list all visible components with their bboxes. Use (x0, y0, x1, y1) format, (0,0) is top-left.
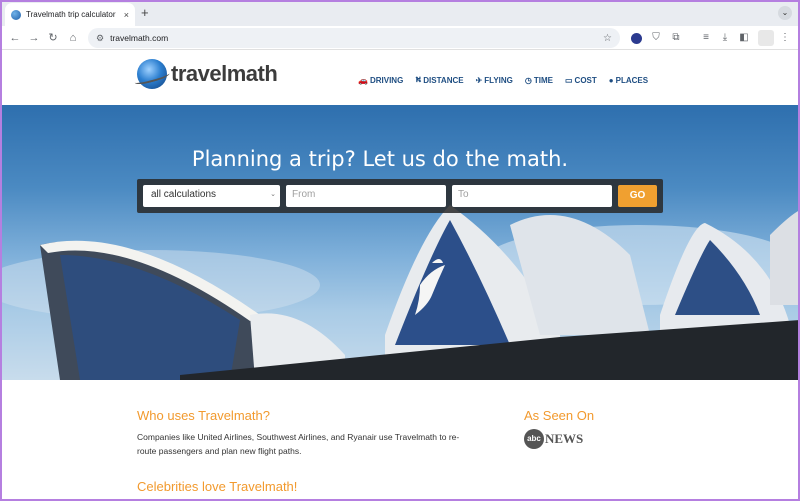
nav-label: PLACES (615, 75, 649, 85)
reload-icon[interactable]: ↻ (46, 30, 60, 46)
main-content: Who uses Travelmath? Companies like Unit… (0, 380, 800, 501)
site-info-icon[interactable]: ⚙ (96, 33, 104, 44)
bookmark-star-icon[interactable]: ☆ (603, 33, 612, 44)
forward-arrow-icon[interactable]: → (27, 30, 41, 46)
road-icon: ⛕ (415, 75, 422, 84)
to-input[interactable]: To (452, 185, 612, 207)
main-navigation: 🚗 DRIVING ⛕ DISTANCE ✈ FLYING ◷ TIME ▭ C… (358, 75, 648, 85)
trip-search-form: all calculations ⌄ From To GO (137, 179, 663, 213)
logo-text: travelmath (171, 61, 278, 86)
nav-flying[interactable]: ✈ FLYING (476, 75, 513, 85)
extensions-icon[interactable]: ⧉ (670, 31, 682, 45)
browser-toolbar: ← → ↻ ⌂ ⚙ travelmath.com ☆ ⛉ ⧉ ≡ ⤓ ◧ ⋮ (0, 26, 800, 50)
celebrities-heading: Celebrities love Travelmath! (137, 479, 298, 494)
select-value: all calculations (151, 189, 217, 200)
nav-cost[interactable]: ▭ COST (565, 75, 597, 85)
tab-title: Travelmath trip calculator (26, 10, 116, 19)
go-button[interactable]: GO (618, 185, 657, 207)
tab-search-chevron-icon[interactable]: ⌄ (778, 6, 792, 20)
globe-logo-icon (137, 59, 167, 89)
nav-label: TIME (533, 75, 553, 85)
shield-icon[interactable]: ⛉ (650, 31, 662, 45)
home-icon[interactable]: ⌂ (66, 30, 80, 46)
back-arrow-icon[interactable]: ← (8, 30, 22, 46)
nav-distance[interactable]: ⛕ DISTANCE (415, 75, 463, 85)
from-input[interactable]: From (286, 185, 446, 207)
hero-banner: Planning a trip? Let us do the math. all… (0, 105, 800, 380)
card-icon: ▭ (564, 75, 573, 85)
download-icon[interactable]: ⤓ (719, 31, 731, 45)
nav-label: FLYING (484, 75, 513, 85)
new-tab-button[interactable]: + (141, 5, 149, 21)
nav-label: DISTANCE (423, 75, 464, 85)
address-bar[interactable]: ⚙ travelmath.com ☆ (88, 28, 620, 48)
media-icon[interactable]: ≡ (700, 31, 712, 45)
nav-label: DRIVING (369, 75, 404, 85)
globe-icon: ● (608, 75, 614, 85)
password-manager-icon[interactable] (631, 33, 642, 44)
tab-close-icon[interactable]: × (124, 10, 129, 20)
car-icon: 🚗 (358, 75, 368, 85)
news-wordmark: NEWS (545, 431, 584, 446)
url-text[interactable]: travelmath.com (110, 33, 603, 43)
profile-avatar[interactable] (758, 30, 774, 46)
who-uses-heading: Who uses Travelmath? (137, 408, 270, 423)
browser-tab[interactable]: Travelmath trip calculator × (5, 3, 135, 26)
who-uses-text: Companies like United Airlines, Southwes… (137, 432, 460, 456)
nav-label: COST (574, 75, 597, 85)
nav-places[interactable]: ● PLACES (609, 75, 648, 85)
kebab-menu-icon[interactable]: ⋮ (779, 31, 791, 45)
site-header: travelmath 🚗 DRIVING ⛕ DISTANCE ✈ FLYING… (0, 51, 800, 105)
abc-news-logo[interactable]: abc NEWS (524, 429, 583, 449)
browser-tab-bar: Travelmath trip calculator × + ⌄ (0, 0, 800, 26)
abc-disc: abc (524, 429, 544, 449)
travelmath-logo[interactable]: travelmath (137, 59, 278, 89)
as-seen-on-heading: As Seen On (524, 408, 595, 423)
side-panel-icon[interactable]: ◧ (738, 31, 750, 45)
chevron-down-icon: ⌄ (270, 191, 276, 198)
clock-icon: ◷ (524, 75, 532, 85)
calculation-type-select[interactable]: all calculations ⌄ (143, 185, 280, 207)
plane-icon: ✈ (475, 75, 483, 85)
travelmath-favicon-icon (11, 9, 21, 20)
nav-time[interactable]: ◷ TIME (525, 75, 553, 85)
hero-title: Planning a trip? Let us do the math. (191, 147, 569, 171)
nav-driving[interactable]: 🚗 DRIVING (358, 75, 403, 85)
